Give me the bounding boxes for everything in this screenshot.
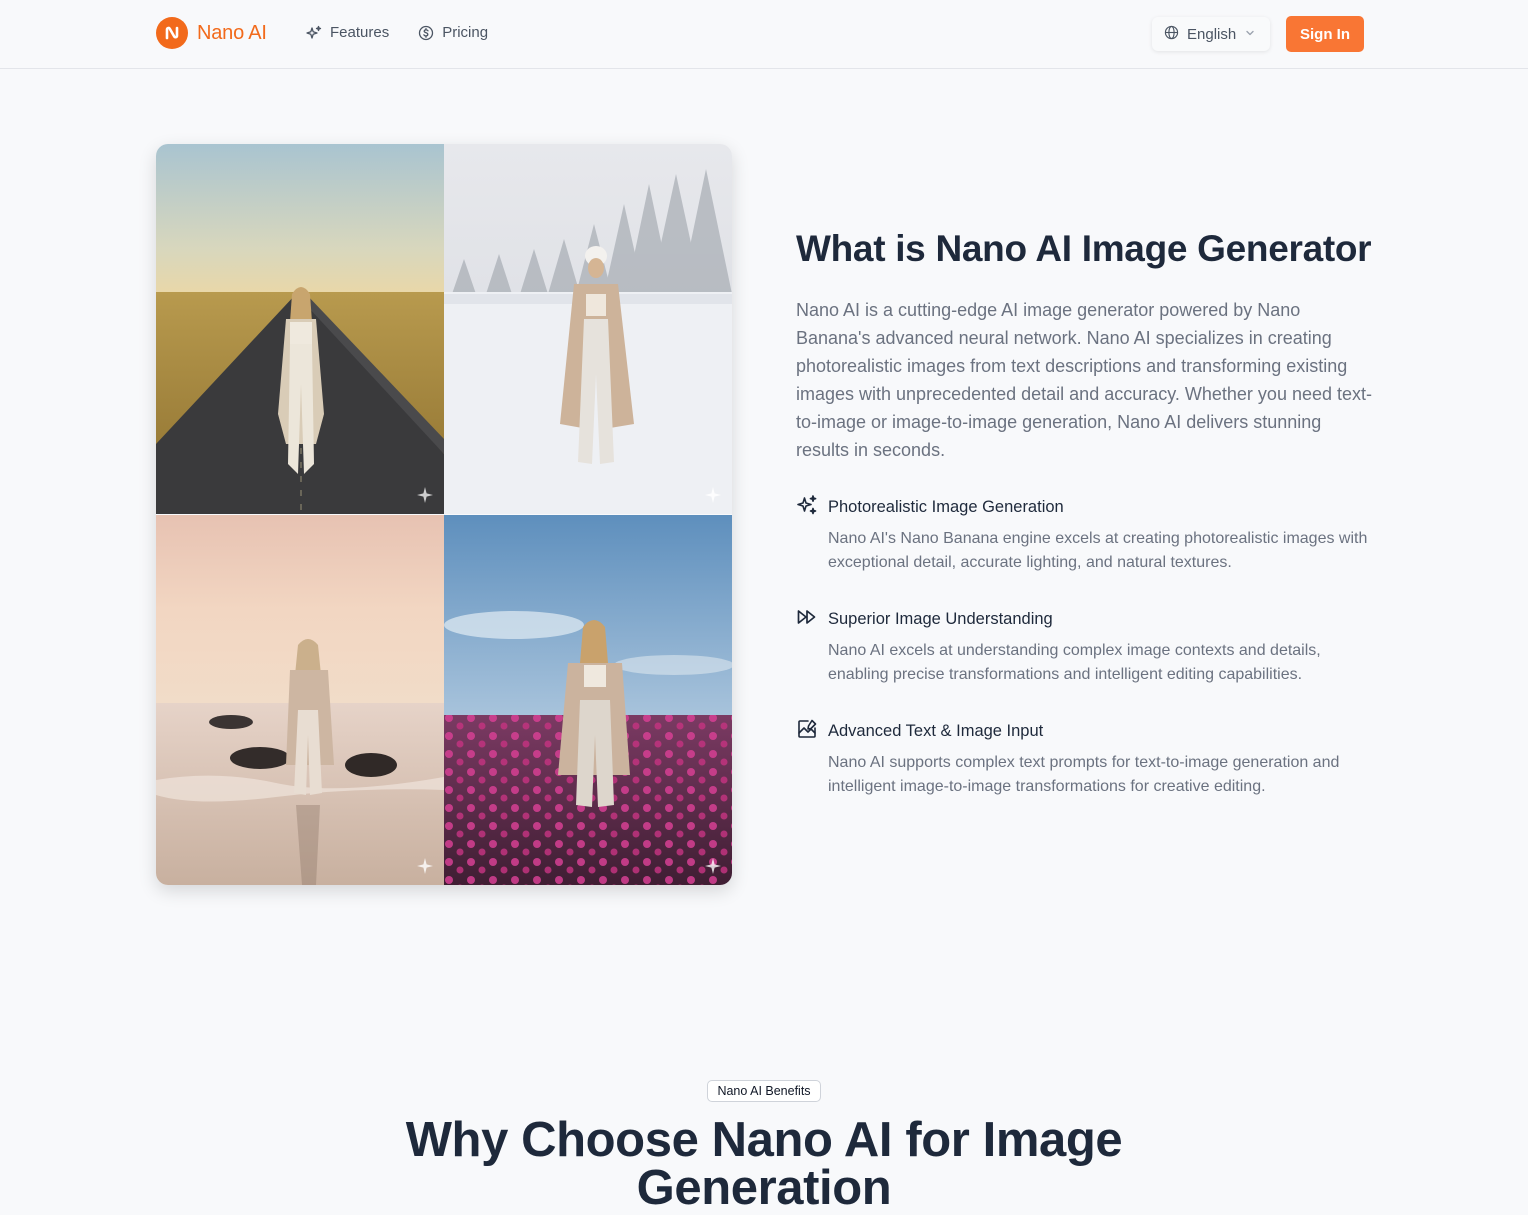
feature-item: Photorealistic Image Generation Nano AI'… [796,494,1386,575]
gallery-image-road-field [156,144,444,514]
brand-name: Nano AI [197,21,267,44]
globe-icon [1164,25,1179,44]
fast-forward-icon [796,606,818,633]
sparkle-watermark-icon [704,486,722,504]
sparkle-watermark-icon [416,857,434,875]
image-edit-icon [796,718,818,745]
section-title: What is Nano AI Image Generator [796,228,1372,269]
feature-item: Advanced Text & Image Input Nano AI supp… [796,719,1386,799]
feature-title: Superior Image Understanding [828,609,1053,628]
dollar-circle-icon [418,25,434,41]
feature-item: Superior Image Understanding Nano AI exc… [796,607,1386,687]
nav-pricing-label: Pricing [442,24,489,41]
nav-features[interactable]: Features [306,24,389,41]
feature-description: Nano AI's Nano Banana engine excels at c… [828,530,1368,571]
sparkles-icon [306,25,322,41]
benefits-title: Why Choose Nano AI for Image Generation [405,1113,1123,1215]
brand-logo-icon [156,17,188,49]
chevron-down-icon [1244,26,1256,43]
sparkles-icon [796,494,818,521]
gallery-image-snow-forest [444,144,732,514]
feature-description: Nano AI supports complex text prompts fo… [828,754,1340,795]
sparkle-watermark-icon [704,857,722,875]
language-selector[interactable]: English [1152,17,1270,51]
gallery-image-beach-sunset [156,515,444,885]
section-description: Nano AI is a cutting-edge AI image gener… [796,300,1372,460]
feature-description: Nano AI excels at understanding complex … [828,642,1321,683]
language-label: English [1187,25,1237,43]
brand-link[interactable]: Nano AI [156,17,267,49]
site-header: Nano AI Features Pricing English Sign In [0,0,1528,69]
nav-features-label: Features [330,24,390,41]
nav-pricing[interactable]: Pricing [418,24,488,41]
feature-title: Photorealistic Image Generation [828,497,1064,516]
gallery-grid [156,144,732,885]
sign-in-button[interactable]: Sign In [1286,16,1364,52]
gallery-image-flower-field [444,515,732,885]
benefits-badge: Nano AI Benefits [707,1080,821,1102]
feature-title: Advanced Text & Image Input [828,721,1044,740]
sparkle-watermark-icon [416,486,434,504]
main-nav: Features Pricing [306,24,488,41]
